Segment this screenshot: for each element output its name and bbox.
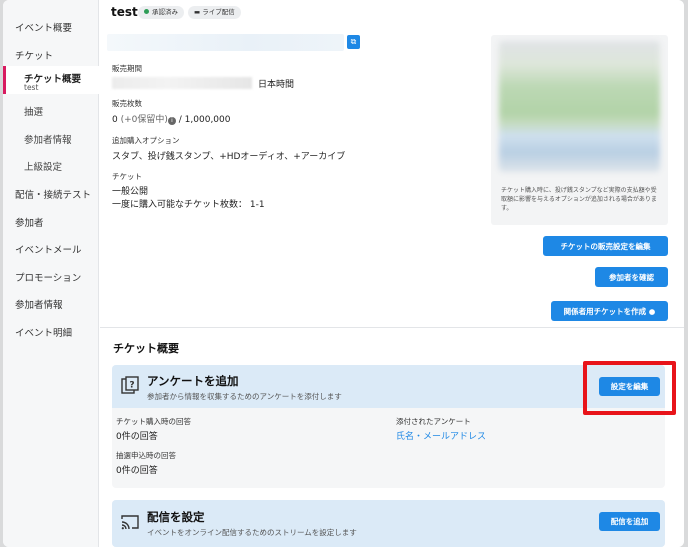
sales-count-value: 0 (+0保留中) i / 1,000,000 [112,115,231,125]
status-badge-approved: 承認済み [138,6,184,19]
options-label: 追加購入オプション [112,136,180,145]
ticket-preview-note: チケット購入時に、投げ銭スタンプなど実際の支払額や受取額に影響を与えるオプション… [501,187,657,212]
main-content: test 承認済み ▬ ライブ配信 ⧉ 販売期間 日本時間 販売枚数 0 (+0… [100,0,684,547]
sidebar-item-ticket-overview[interactable]: チケット概要 test [3,66,99,94]
ticket-visibility: 一般公開 [112,187,149,197]
section-divider [100,327,684,328]
sidebar-item-event-overview[interactable]: イベント概要 [15,20,72,34]
ticket-type-label: チケット [112,172,142,181]
sidebar-item-participants[interactable]: 参加者 [15,215,44,229]
sidebar-item-event-mail[interactable]: イベントメール [15,242,82,256]
edit-sales-settings-button[interactable]: チケットの販売設定を編集 [543,236,668,256]
ticket-purchase-limit: 一度に購入可能なチケット枚数： 1-1 [112,200,265,210]
highlight-box [583,361,676,415]
attached-survey-label: 添付されたアンケート [396,417,471,426]
stream-title: 配信を設定 [147,510,205,524]
info-icon: ● [648,306,656,316]
create-staff-ticket-button[interactable]: 関係者用チケットを作成 ● [551,301,668,321]
ticket-url-field[interactable] [107,34,344,51]
ticket-overview-heading: チケット概要 [113,342,179,355]
purchase-answers-value: 0件の回答 [116,432,158,442]
ticket-preview-image [499,41,660,172]
sidebar-item-advanced[interactable]: 上級設定 [24,159,62,173]
sales-period-value-redacted [112,77,252,89]
lottery-answers-label: 抽選申込時の回答 [116,451,176,460]
stream-card-header: 配信を設定 イベントをオンライン配信するためのストリームを設定します 配信を追加 [112,500,665,547]
sidebar: イベント概要 チケット チケット概要 test 抽選 参加者情報 上級設定 配信… [3,0,99,547]
survey-description: 参加者から情報を収集するためのアンケートを添付します [147,392,342,401]
attached-survey-link[interactable]: 氏名・メールアドレス [396,429,486,442]
lottery-answers-value: 0件の回答 [116,466,158,476]
cast-icon [121,515,139,530]
options-value: スタブ、投げ銭スタンプ、+HDオーディオ、+アーカイブ [112,152,346,162]
sales-period-timezone: 日本時間 [258,80,295,90]
video-icon: ▬ [194,8,203,16]
sidebar-item-participant-info[interactable]: 参加者情報 [24,132,72,146]
check-participants-button[interactable]: 参加者を確認 [595,267,668,287]
copy-icon: ⧉ [350,37,357,46]
svg-text:?: ? [129,381,134,391]
page-title: test [111,5,138,19]
add-stream-button[interactable]: 配信を追加 [599,512,660,531]
sidebar-item-lottery[interactable]: 抽選 [24,104,43,118]
stream-description: イベントをオンライン配信するためのストリームを設定します [147,528,357,537]
survey-title: アンケートを追加 [147,374,239,388]
app-window: イベント概要 チケット チケット概要 test 抽選 参加者情報 上級設定 配信… [3,0,684,547]
ticket-preview-card: チケット購入時に、投げ銭スタンプなど実際の支払額や受取額に影響を与えるオプション… [491,35,668,225]
sidebar-item-promotion[interactable]: プロモーション [15,270,81,284]
info-icon[interactable]: i [167,117,176,125]
sidebar-item-participant-data[interactable]: 参加者情報 [15,297,63,311]
sidebar-item-event-statement[interactable]: イベント明細 [15,325,72,339]
copy-url-button[interactable]: ⧉ [347,35,360,49]
sidebar-item-sublabel: test [24,83,39,92]
status-dot-icon [144,9,149,14]
sales-period-label: 販売期間 [112,64,142,73]
status-badge-live: ▬ ライブ配信 [188,6,241,19]
survey-icon: ? [121,376,139,394]
sidebar-item-ticket[interactable]: チケット [15,48,53,62]
purchase-answers-label: チケット購入時の回答 [116,417,191,426]
sales-count-label: 販売枚数 [112,99,142,108]
sidebar-item-streaming-test[interactable]: 配信・接続テスト [15,187,91,201]
stream-card: 配信を設定 イベントをオンライン配信するためのストリームを設定します 配信を追加 [112,500,665,547]
